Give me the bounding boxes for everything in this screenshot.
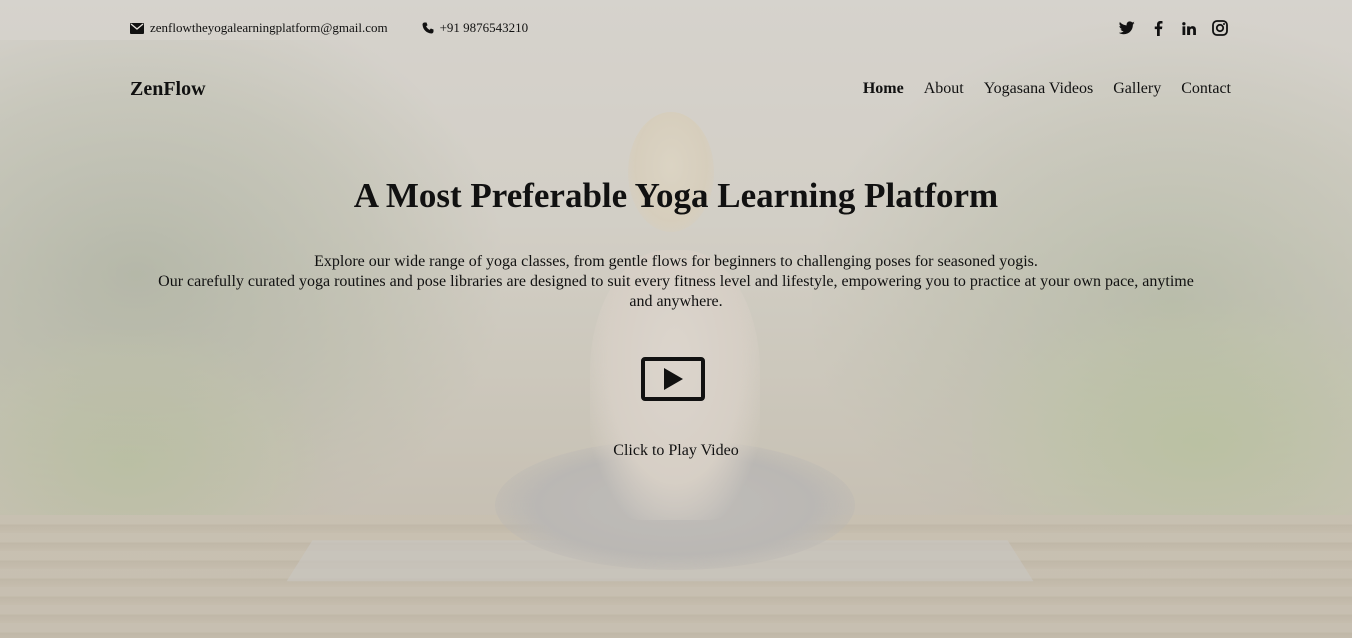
contact-phone-text: +91 9876543210 bbox=[439, 20, 529, 35]
main-nav: Home About Yogasana Videos Gallery Conta… bbox=[863, 80, 1231, 98]
nav-gallery[interactable]: Gallery bbox=[1113, 80, 1161, 98]
instagram-icon[interactable] bbox=[1211, 19, 1229, 37]
contact-phone[interactable]: +91 9876543210 bbox=[422, 20, 529, 36]
nav-yogasana-videos[interactable]: Yogasana Videos bbox=[984, 80, 1094, 98]
hero-title: A Most Preferable Yoga Learning Platform bbox=[353, 176, 999, 215]
facebook-icon[interactable] bbox=[1149, 19, 1167, 37]
play-icon bbox=[664, 368, 683, 390]
social-links bbox=[1118, 17, 1229, 39]
nav-about[interactable]: About bbox=[924, 80, 964, 98]
play-video-label[interactable]: Click to Play Video bbox=[0, 442, 1352, 460]
twitter-icon[interactable] bbox=[1118, 19, 1136, 37]
envelope-icon bbox=[130, 22, 144, 34]
hero-section: zenflowtheyogalearningplatform@gmail.com… bbox=[0, 0, 1352, 638]
contact-email-text: zenflowtheyogalearningplatform@gmail.com bbox=[150, 20, 388, 35]
hero-content: zenflowtheyogalearningplatform@gmail.com… bbox=[0, 0, 1352, 638]
contact-bar: zenflowtheyogalearningplatform@gmail.com… bbox=[130, 18, 528, 38]
linkedin-icon[interactable] bbox=[1180, 19, 1198, 37]
nav-contact[interactable]: Contact bbox=[1181, 80, 1231, 98]
nav-home[interactable]: Home bbox=[863, 80, 904, 98]
hero-description: Explore our wide range of yoga classes, … bbox=[150, 252, 1202, 312]
hero-description-line-2: Our carefully curated yoga routines and … bbox=[158, 273, 1194, 310]
brand-logo[interactable]: ZenFlow bbox=[130, 78, 206, 101]
hero-description-line-1: Explore our wide range of yoga classes, … bbox=[314, 253, 1038, 270]
phone-icon bbox=[422, 22, 434, 34]
play-video-button[interactable] bbox=[641, 357, 705, 401]
contact-email[interactable]: zenflowtheyogalearningplatform@gmail.com bbox=[130, 20, 388, 36]
